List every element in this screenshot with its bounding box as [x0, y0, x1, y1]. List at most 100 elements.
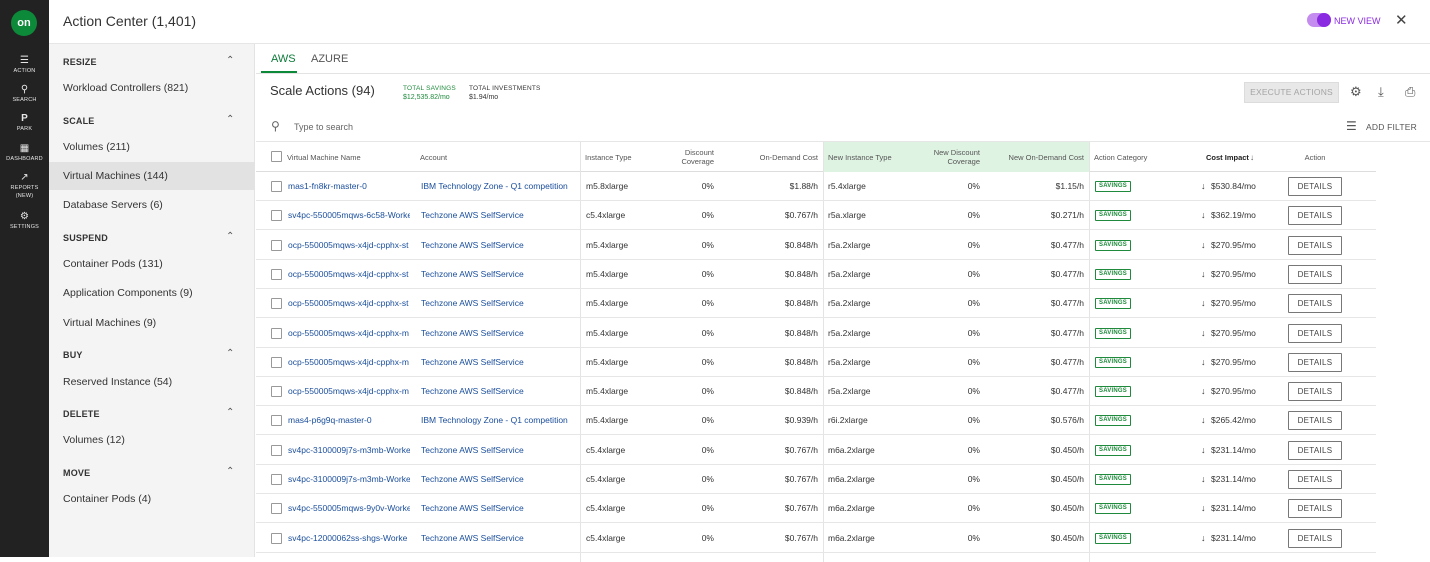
- row-checkbox[interactable]: [271, 268, 282, 280]
- account-link[interactable]: IBM Technology Zone - Q1 competition: [421, 406, 576, 435]
- account-link[interactable]: Techzone AWS SelfService: [421, 201, 576, 230]
- vm-name-link[interactable]: mas1-fn8kr-master-0: [288, 172, 410, 201]
- account-link[interactable]: Techzone AWS SelfService: [421, 319, 576, 348]
- row-checkbox[interactable]: [271, 356, 282, 368]
- details-button[interactable]: DETAILS: [1288, 470, 1342, 489]
- vm-name-link[interactable]: ocp-550005mqws-x4jd-cpphx-m: [288, 348, 410, 377]
- tab-aws[interactable]: AWS: [271, 53, 296, 65]
- new-view-toggle[interactable]: [1307, 13, 1331, 27]
- account-link[interactable]: Techzone AWS SelfService: [421, 524, 576, 553]
- section-resize[interactable]: RESIZE: [63, 57, 97, 67]
- nav-park[interactable]: P PARK: [0, 113, 49, 133]
- select-all-checkbox[interactable]: [271, 151, 282, 162]
- row-checkbox[interactable]: [271, 444, 282, 456]
- sidebar-item-workload-controllers[interactable]: Workload Controllers (821): [49, 74, 255, 102]
- details-button[interactable]: DETAILS: [1288, 235, 1342, 255]
- details-button[interactable]: DETAILS: [1288, 499, 1342, 519]
- table-row[interactable]: ocp-550005mqws-x4jd-cpphx-st Techzone AWS…: [256, 289, 1376, 319]
- row-checkbox[interactable]: [271, 239, 282, 251]
- gear-icon[interactable]: ⚙: [1350, 84, 1362, 100]
- sidebar-item-virtual-machines-suspend[interactable]: Virtual Machines (9): [49, 309, 255, 337]
- account-link[interactable]: Techzone AWS SelfService: [421, 260, 576, 289]
- vm-name-link[interactable]: ocp-550005mqws-x4jd-cpphx-m: [288, 377, 410, 406]
- vm-name-link[interactable]: ocp-550005mqws-x4jd-cpphx-st: [288, 260, 410, 289]
- details-button[interactable]: DETAILS: [1288, 294, 1342, 314]
- account-link[interactable]: Techzone AWS SelfService: [421, 348, 576, 377]
- execute-actions-button[interactable]: EXECUTE ACTIONS: [1244, 82, 1339, 103]
- details-button[interactable]: DETAILS: [1288, 177, 1342, 196]
- row-checkbox[interactable]: [271, 474, 282, 485]
- vm-name-link[interactable]: ocp-550005mqws-x4jd-cpphx-m: [288, 319, 410, 348]
- filter-icon[interactable]: ☰: [1346, 119, 1357, 133]
- sidebar-item-container-pods-move[interactable]: Container Pods (4): [49, 485, 255, 513]
- table-row[interactable]: sv4pc-550005mqws-6c58-Worke Techzone AWS …: [256, 201, 1376, 231]
- table-row[interactable]: sv4pc-550005mqws-9y0v-Worke Techzone AWS …: [256, 494, 1376, 524]
- table-row[interactable]: sv4pc-3100009j7s-m3mb-Worke Techzone AWS …: [256, 465, 1376, 494]
- col-instance-type[interactable]: Instance Type: [585, 142, 665, 172]
- chevron-up-icon[interactable]: ⌃: [226, 55, 234, 66]
- details-button[interactable]: DETAILS: [1288, 411, 1342, 431]
- vm-name-link[interactable]: sv4pc-3100009j7s-m3mb-Worke: [288, 436, 410, 465]
- col-vm-name[interactable]: Virtual Machine Name: [287, 142, 417, 172]
- col-action-category[interactable]: Action Category: [1094, 142, 1184, 172]
- col-new-discount-coverage[interactable]: New Discount Coverage: [920, 142, 980, 172]
- table-row[interactable]: ocp-550005mqws-x4jd-cpphx-st Techzone AWS…: [256, 231, 1376, 260]
- table-row[interactable]: mas4-p6g9q-master-0 IBM Technology Zone -…: [256, 406, 1376, 436]
- details-button[interactable]: DETAILS: [1288, 323, 1342, 343]
- nav-search[interactable]: ⚲ SEARCH: [0, 84, 49, 104]
- details-button[interactable]: DETAILS: [1288, 440, 1342, 460]
- vm-name-link[interactable]: mas4-p6g9q-master-0: [288, 406, 410, 435]
- download-icon[interactable]: ⤓: [1378, 84, 1384, 100]
- section-suspend[interactable]: SUSPEND: [63, 233, 108, 243]
- sidebar-item-reserved-instance[interactable]: Reserved Instance (54): [49, 368, 255, 396]
- col-on-demand-cost[interactable]: On-Demand Cost: [728, 142, 818, 172]
- details-button[interactable]: DETAILS: [1288, 382, 1342, 402]
- nav-reports[interactable]: ↗ REPORTS (NEW): [0, 172, 49, 200]
- chevron-up-icon[interactable]: ⌃: [226, 348, 234, 359]
- details-button[interactable]: DETAILS: [1288, 528, 1342, 548]
- vm-name-link[interactable]: ocp-550005mqws-x4jd-cpphx-st: [288, 231, 410, 260]
- nav-dashboard[interactable]: ▦ DASHBOARD: [0, 143, 49, 163]
- table-row[interactable]: mas1-fn8kr-master-0 IBM Technology Zone -…: [256, 172, 1376, 201]
- section-delete[interactable]: DELETE: [63, 409, 100, 419]
- table-row[interactable]: ocp-550005mqws-x4jd-cpphx-m Techzone AWS …: [256, 348, 1376, 377]
- section-move[interactable]: MOVE: [63, 468, 90, 478]
- account-link[interactable]: Techzone AWS SelfService: [421, 436, 576, 465]
- account-link[interactable]: Techzone AWS SelfService: [421, 289, 576, 318]
- brand-logo[interactable]: on: [11, 10, 37, 36]
- nav-action[interactable]: ☰ ACTION: [0, 55, 49, 75]
- row-checkbox[interactable]: [271, 181, 282, 192]
- col-cost-impact[interactable]: Cost Impact: [1206, 142, 1256, 172]
- tab-azure[interactable]: AZURE: [311, 53, 348, 65]
- account-link[interactable]: Techzone AWS SelfService: [421, 494, 576, 523]
- sidebar-item-container-pods[interactable]: Container Pods (131): [49, 250, 255, 278]
- col-new-instance-type[interactable]: New Instance Type: [828, 142, 918, 172]
- table-row[interactable]: ocp-550005mqws-x4jd-cpphx-st Techzone AWS…: [256, 260, 1376, 289]
- row-checkbox[interactable]: [271, 386, 282, 398]
- col-new-on-demand-cost[interactable]: New On-Demand Cost: [984, 142, 1084, 172]
- vm-name-link[interactable]: sv4pc-550005mqws-6c58-Worke: [288, 201, 410, 230]
- vm-name-link[interactable]: sv4pc-550005mqws-9y0v-Worke: [288, 494, 410, 523]
- row-checkbox[interactable]: [271, 532, 282, 544]
- sidebar-item-virtual-machines[interactable]: Virtual Machines (144): [49, 162, 255, 190]
- details-button[interactable]: DETAILS: [1288, 264, 1342, 284]
- col-account[interactable]: Account: [420, 142, 580, 172]
- chevron-up-icon[interactable]: ⌃: [226, 114, 234, 125]
- section-buy[interactable]: BUY: [63, 350, 83, 360]
- vm-name-link[interactable]: sv4pc-3100009j7s-m3mb-Worke: [288, 465, 410, 494]
- chevron-up-icon[interactable]: ⌃: [226, 231, 234, 242]
- vm-name-link[interactable]: sv4pc-12000062ss-shgs-Worke: [288, 524, 410, 553]
- table-row[interactable]: sv4pc-12000062ss-shgs-Worke Techzone AWS …: [256, 524, 1376, 553]
- sidebar-item-volumes-delete[interactable]: Volumes (12): [49, 426, 255, 454]
- row-checkbox[interactable]: [271, 298, 282, 310]
- table-row[interactable]: sv4pc-3100009j7s-m3mb-Worke Techzone AWS …: [256, 436, 1376, 465]
- account-link[interactable]: IBM Technology Zone - Q1 competition: [421, 172, 576, 201]
- print-icon[interactable]: ⎙: [1405, 84, 1415, 100]
- row-checkbox[interactable]: [271, 503, 282, 515]
- details-button[interactable]: DETAILS: [1288, 352, 1342, 372]
- table-row[interactable]: ocp-550005mqws-x4jd-cpphx-m Techzone AWS …: [256, 319, 1376, 348]
- sidebar-item-application-components[interactable]: Application Components (9): [49, 279, 255, 307]
- account-link[interactable]: Techzone AWS SelfService: [421, 377, 576, 406]
- search-input[interactable]: [294, 119, 694, 135]
- sidebar-item-database-servers[interactable]: Database Servers (6): [49, 191, 255, 219]
